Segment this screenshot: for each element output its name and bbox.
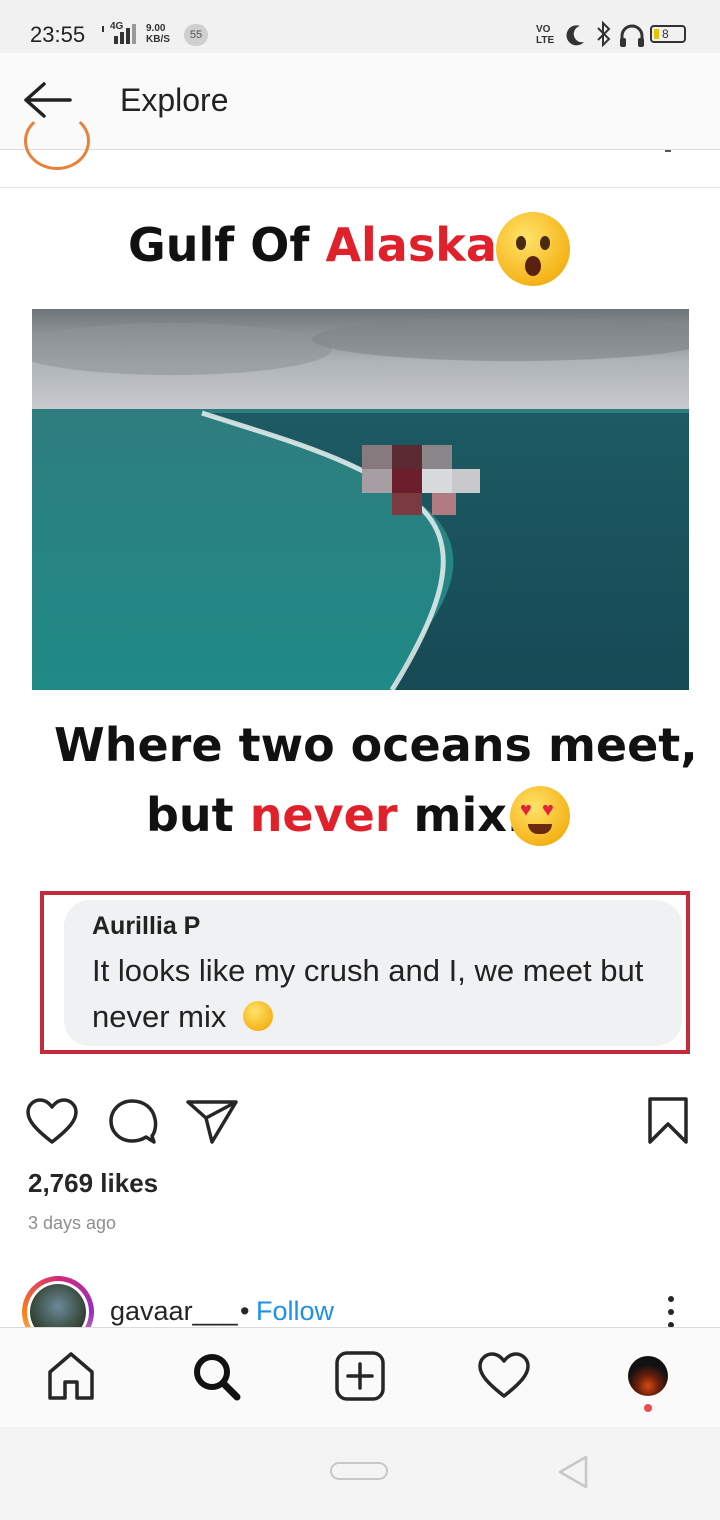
more-vertical-icon: [668, 1296, 674, 1328]
heart-icon: [478, 1352, 530, 1398]
laughing-emoji-icon: [243, 1001, 273, 1031]
image-title: Gulf Of Alaska: [128, 218, 497, 272]
arrow-left-icon: [24, 82, 72, 118]
search-icon: [194, 1354, 241, 1401]
bluetooth-icon: [597, 20, 611, 48]
add-post-icon: [335, 1351, 385, 1401]
image-title-prefix: Gulf Of: [128, 218, 326, 272]
caption-highlight: never: [249, 788, 398, 842]
moon-icon: [566, 25, 584, 46]
save-button[interactable]: [646, 1096, 690, 1146]
net-speed-value: 9.00: [146, 23, 166, 34]
home-pill-button[interactable]: [330, 1462, 388, 1480]
likes-count[interactable]: 2,769 likes: [28, 1168, 158, 1199]
comment-body: It looks like my crush and I, we meet bu…: [92, 953, 644, 1034]
page-title: Explore: [120, 82, 229, 118]
nav-activity[interactable]: [478, 1352, 530, 1400]
post-author-avatar[interactable]: [24, 112, 90, 170]
app-header: [0, 53, 720, 150]
surprised-emoji-icon: [496, 212, 570, 286]
nav-home[interactable]: [46, 1350, 96, 1402]
separator-dot: •: [240, 1296, 250, 1326]
caption-line-2-end: mix.: [397, 788, 525, 842]
comment-text: It looks like my crush and I, we meet bu…: [92, 948, 672, 1040]
profile-notification-dot: [644, 1404, 652, 1412]
nav-profile-avatar[interactable]: [628, 1356, 668, 1396]
more-menu-partial[interactable]: [665, 150, 671, 152]
status-time: 23:55: [30, 22, 86, 47]
notification-badge: 55: [184, 24, 208, 46]
send-icon: [186, 1100, 238, 1144]
triangle-back-icon: [558, 1455, 588, 1489]
battery-level: 8: [662, 27, 669, 41]
signal-icon: [102, 24, 136, 44]
post-timestamp: 3 days ago: [28, 1213, 117, 1233]
heart-eyes-emoji-icon: ♥ ♥: [510, 786, 570, 846]
bookmark-icon: [648, 1097, 688, 1144]
nav-add[interactable]: [334, 1350, 386, 1402]
ocean-photo: [32, 309, 689, 690]
share-button[interactable]: [186, 1098, 238, 1144]
caption-line-1: Where two oceans meet,: [54, 718, 698, 772]
heart-icon: [26, 1098, 78, 1144]
home-icon: [48, 1352, 94, 1400]
caption-line-2-start: but: [146, 788, 250, 842]
next-post-username[interactable]: gavaar___: [110, 1296, 238, 1327]
battery-icon: 8: [650, 25, 686, 43]
image-title-highlight: Alaska: [325, 218, 497, 272]
caption-line-2: but never mix.: [146, 788, 524, 842]
comment-button[interactable]: [108, 1098, 158, 1146]
follow-button[interactable]: Follow: [256, 1296, 334, 1327]
nav-search[interactable]: [190, 1350, 242, 1402]
more-options-button[interactable]: [660, 1294, 682, 1330]
volte-indicator: VO LTE: [536, 24, 555, 46]
headphones-icon: [620, 24, 644, 47]
comment-icon: [109, 1099, 158, 1144]
comment-author: Aurillia P: [92, 912, 201, 940]
system-back-button[interactable]: [556, 1454, 590, 1490]
net-speed-unit: KB/S: [146, 34, 170, 45]
like-button[interactable]: [26, 1098, 78, 1146]
